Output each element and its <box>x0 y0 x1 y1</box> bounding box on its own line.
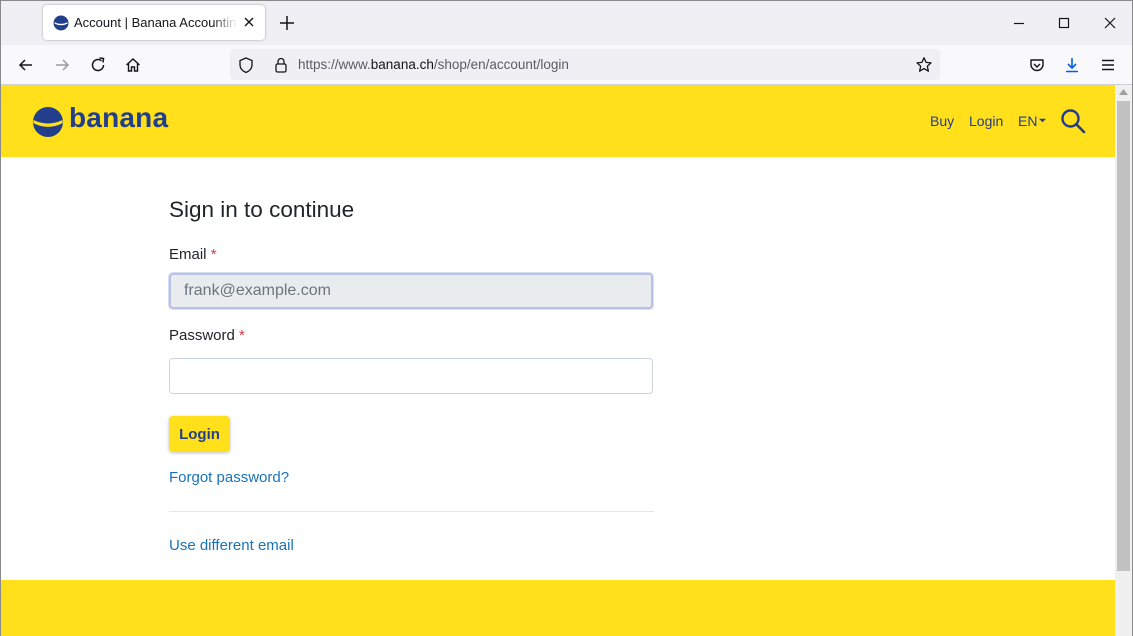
scrollbar-thumb[interactable] <box>1117 101 1130 571</box>
navigation-toolbar: https://www.banana.ch/shop/en/account/lo… <box>1 45 1132 85</box>
site-footer <box>1 580 1115 636</box>
login-button[interactable]: Login <box>169 416 230 452</box>
plus-icon[interactable] <box>277 13 297 33</box>
password-field[interactable] <box>169 358 653 394</box>
site-header: banana Buy Login EN <box>1 85 1115 157</box>
url-prefix: https://www. <box>298 57 371 72</box>
forward-icon[interactable] <box>52 55 72 75</box>
url-bar[interactable]: https://www.banana.ch/shop/en/account/lo… <box>230 49 940 80</box>
language-label: EN <box>1018 113 1038 129</box>
email-required-mark: * <box>210 246 217 263</box>
menu-icon[interactable] <box>1098 55 1118 75</box>
password-label: Password * <box>169 327 245 344</box>
caret-down-icon <box>1039 118 1047 123</box>
download-icon[interactable] <box>1062 55 1082 75</box>
nav-login-link[interactable]: Login <box>969 113 1003 129</box>
maximize-icon[interactable] <box>1054 13 1074 33</box>
tab-title: Account | Banana Accounting S <box>74 15 237 30</box>
password-label-text: Password <box>169 327 235 344</box>
browser-tab[interactable]: Account | Banana Accounting S <box>43 5 265 40</box>
logo-text: banana <box>69 102 169 133</box>
minimize-icon[interactable] <box>1009 13 1029 33</box>
scroll-up-arrow-icon[interactable] <box>1119 89 1128 95</box>
url-host: banana.ch <box>370 57 434 72</box>
use-different-email-link[interactable]: Use different email <box>169 537 294 554</box>
email-field[interactable] <box>169 273 653 309</box>
tab-strip: Account | Banana Accounting S <box>1 1 1132 45</box>
banana-logo-icon <box>33 107 63 137</box>
url-path: /shop/en/account/login <box>433 57 569 72</box>
email-label-text: Email <box>169 246 207 263</box>
forgot-password-link[interactable]: Forgot password? <box>169 469 289 486</box>
banana-favicon-icon <box>53 15 69 31</box>
nav-buy-link[interactable]: Buy <box>930 113 954 129</box>
email-label: Email * <box>169 246 217 263</box>
star-icon[interactable] <box>914 55 934 75</box>
password-required-mark: * <box>239 327 245 344</box>
shield-icon[interactable] <box>236 55 256 75</box>
reload-icon[interactable] <box>88 55 108 75</box>
home-icon[interactable] <box>123 55 143 75</box>
page-viewport: banana Buy Login EN Sign in to continue … <box>1 85 1115 636</box>
back-icon[interactable] <box>16 55 36 75</box>
vertical-scrollbar[interactable] <box>1115 85 1132 636</box>
url-text[interactable]: https://www.banana.ch/shop/en/account/lo… <box>298 57 569 72</box>
search-icon[interactable] <box>1060 108 1086 134</box>
language-dropdown[interactable]: EN <box>1018 113 1047 129</box>
divider <box>169 511 654 512</box>
pocket-icon[interactable] <box>1027 55 1047 75</box>
close-icon[interactable] <box>241 14 257 30</box>
lock-icon[interactable] <box>271 55 291 75</box>
page-title: Sign in to continue <box>169 197 355 222</box>
window-close-icon[interactable] <box>1100 13 1120 33</box>
